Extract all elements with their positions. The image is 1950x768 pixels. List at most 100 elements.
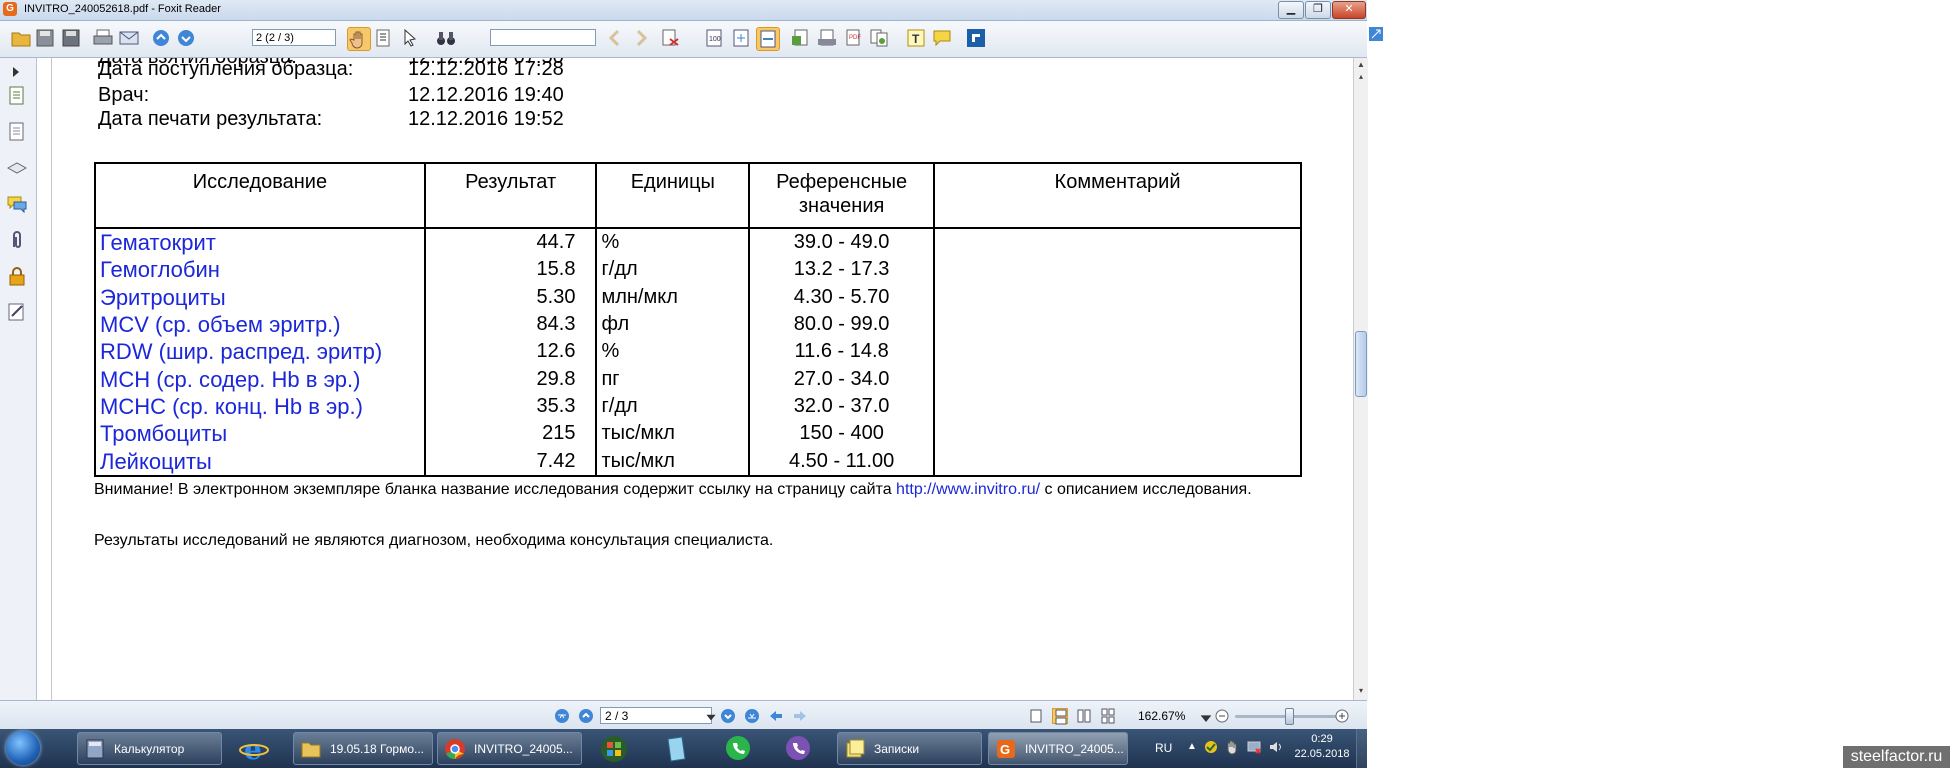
internet-explorer-icon[interactable]: e <box>238 733 270 766</box>
foxit-service-icon[interactable] <box>965 27 987 49</box>
zoom-slider-thumb[interactable] <box>1285 708 1294 725</box>
create-pdf-icon[interactable] <box>790 27 812 49</box>
comments-icon[interactable] <box>5 192 29 216</box>
find-next-icon[interactable] <box>630 27 652 49</box>
taskbar-item-folder[interactable]: 19.05.18 Гормо... <box>293 732 433 765</box>
panel-toggle-icon[interactable] <box>5 60 29 77</box>
layers-icon[interactable] <box>5 156 29 180</box>
previous-page-icon[interactable] <box>150 27 172 49</box>
print-icon[interactable] <box>92 27 114 49</box>
back-icon[interactable] <box>768 708 784 724</box>
first-page-icon[interactable] <box>554 708 570 724</box>
info-value: 12.12.2016 19:52 <box>408 108 564 130</box>
taskbar-item-sticky-notes[interactable]: Записки <box>837 732 982 765</box>
network-icon[interactable] <box>1246 739 1262 755</box>
test-name-link[interactable]: Лейкоциты <box>94 447 426 477</box>
next-page-icon[interactable] <box>175 27 197 49</box>
tray-hand-icon[interactable] <box>1224 739 1240 755</box>
find-input[interactable] <box>490 29 596 46</box>
scroll-thumb[interactable] <box>1355 331 1367 397</box>
whatsapp-icon[interactable] <box>722 733 754 764</box>
notepad-icon[interactable] <box>660 733 692 764</box>
comment-note-icon[interactable] <box>931 27 953 49</box>
start-button[interactable] <box>6 731 40 765</box>
taskbar-item-chrome[interactable]: INVITRO_24005... <box>437 732 582 765</box>
site-watermark: steelfactor.ru <box>1843 746 1950 768</box>
facing-pages-icon[interactable] <box>1076 708 1092 724</box>
security-lock-icon[interactable] <box>5 264 29 288</box>
prev-page-status-icon[interactable] <box>578 708 594 724</box>
attachments-icon[interactable] <box>5 228 29 252</box>
fit-page-icon[interactable] <box>730 27 752 49</box>
zoom-in-icon[interactable] <box>1334 708 1350 724</box>
forward-icon[interactable] <box>792 708 808 724</box>
zoom-dropdown-icon[interactable] <box>1198 710 1212 722</box>
single-page-icon[interactable] <box>1028 708 1044 724</box>
test-name-link[interactable]: Гемоглобин <box>94 256 426 284</box>
find-options-icon[interactable] <box>660 27 682 49</box>
combine-files-icon[interactable] <box>868 27 890 49</box>
test-name-link[interactable]: Эритроциты <box>94 283 426 311</box>
status-page-input[interactable]: 2 / 3 <box>600 707 712 724</box>
info-value: 12.12.2016 17:28 <box>408 58 564 80</box>
restore-panel-icon[interactable] <box>1367 21 1385 51</box>
hand-tool-icon[interactable] <box>347 27 371 51</box>
find-previous-icon[interactable] <box>604 27 626 49</box>
main-toolbar: 2 (2 / 3) 100 PDF T <box>0 21 1367 58</box>
title-bar: G INVITRO_240052618.pdf - Foxit Reader ▁… <box>0 0 1367 21</box>
test-name-link[interactable]: Гематокрит <box>94 228 426 257</box>
continuous-page-icon[interactable] <box>1052 708 1068 725</box>
email-icon[interactable] <box>118 27 140 49</box>
continuous-facing-icon[interactable] <box>1100 708 1116 724</box>
open-folder-icon[interactable] <box>10 27 32 49</box>
select-text-icon[interactable] <box>373 27 395 49</box>
page-dropdown-icon[interactable] <box>703 709 716 723</box>
test-name-link[interactable]: RDW (шир. распред. эритр) <box>94 338 426 366</box>
scroll-down-icon[interactable]: ▾ <box>1355 684 1367 698</box>
zoom-out-icon[interactable] <box>1214 708 1230 724</box>
language-indicator[interactable]: RU <box>1155 741 1172 755</box>
scroll-up-icon[interactable]: ▴ <box>1355 70 1367 84</box>
results-table: Исследование Результат Единицы Референсн… <box>94 162 1302 477</box>
taskbar-item-calculator[interactable]: Калькулятор <box>77 732 222 765</box>
pages-icon[interactable] <box>5 84 29 108</box>
test-reference: 39.0 - 49.0 <box>748 228 936 257</box>
binoculars-icon[interactable] <box>435 27 457 49</box>
windows-flag-icon[interactable] <box>598 733 630 764</box>
signatures-icon[interactable] <box>5 300 29 324</box>
tray-app-icon[interactable] <box>1203 739 1219 755</box>
actual-size-icon[interactable]: 100 <box>703 27 725 49</box>
show-desktop-button[interactable] <box>1356 729 1368 768</box>
test-reference: 4.30 - 5.70 <box>748 283 936 311</box>
volume-icon[interactable] <box>1268 739 1284 755</box>
fit-width-icon[interactable] <box>756 27 780 51</box>
page-number-input[interactable]: 2 (2 / 3) <box>252 29 336 46</box>
insert-page-icon[interactable]: PDF <box>842 27 864 49</box>
next-page-status-icon[interactable] <box>720 708 736 724</box>
test-name-link[interactable]: Тромбоциты <box>94 420 426 448</box>
pdf-document-view[interactable]: Дата взятия образца: 12.12.2016 07:50 Да… <box>52 58 1345 700</box>
svg-text:T: T <box>912 32 920 46</box>
system-clock[interactable]: 0:29 22.05.2018 <box>1292 732 1352 762</box>
save-icon[interactable] <box>34 27 56 49</box>
test-name-link[interactable]: MCV (ср. объем эритр.) <box>94 310 426 339</box>
minimize-button[interactable]: ▁ <box>1278 1 1304 19</box>
test-name-link[interactable]: MCHC (ср. конц. Hb в эр.) <box>94 392 426 421</box>
last-page-icon[interactable] <box>744 708 760 724</box>
taskbar-item-foxit[interactable]: G INVITRO_24005... <box>988 732 1128 765</box>
typewriter-icon[interactable]: T <box>905 27 927 49</box>
tray-expand-icon[interactable]: ▲ <box>1187 741 1197 752</box>
close-button[interactable]: ✕ <box>1332 1 1366 19</box>
snapshot-icon[interactable] <box>399 27 421 49</box>
zoom-level[interactable]: 162.67% <box>1138 709 1185 723</box>
vertical-scrollbar[interactable]: ▲ ▴ ▾ <box>1353 58 1368 700</box>
test-name-link[interactable]: MCH (ср. содер. Hb в эр.) <box>94 365 426 393</box>
foxit-app-icon[interactable]: G <box>3 2 17 16</box>
maximize-button[interactable]: ❐ <box>1305 1 1331 19</box>
invitro-link[interactable]: http://www.invitro.ru/ <box>896 481 1040 498</box>
bookmarks-icon[interactable] <box>5 120 29 144</box>
viber-icon[interactable] <box>782 733 814 764</box>
save-as-icon[interactable] <box>60 27 82 49</box>
scan-to-pdf-icon[interactable] <box>816 27 838 49</box>
table-row: Эритроциты 5.30 млн/мкл 4.30 - 5.70 <box>94 283 1302 311</box>
